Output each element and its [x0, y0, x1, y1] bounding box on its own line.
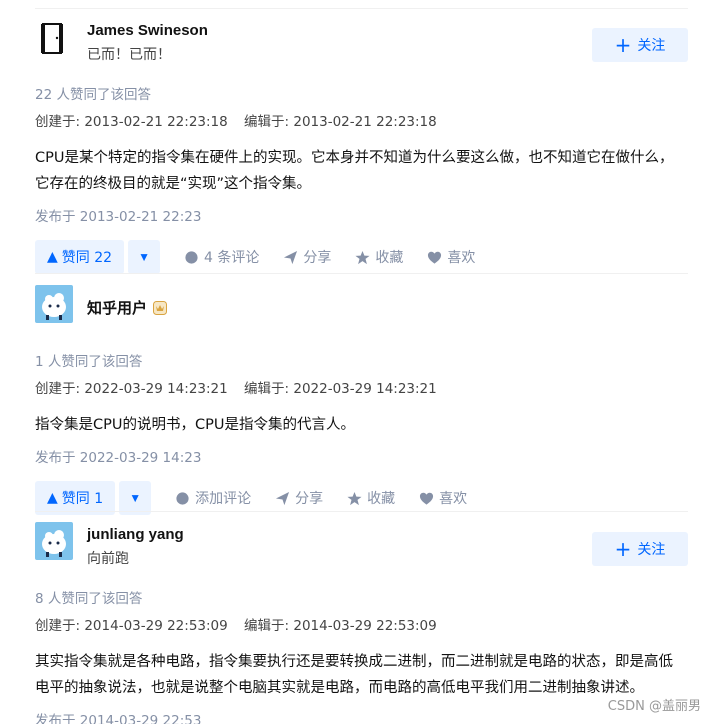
answer-3: junliang yang 向前跑 + 关注 8 人赞同了该回答 创建于: 20…	[35, 522, 688, 724]
comment-button[interactable]: 4 条评论	[184, 247, 259, 267]
avatar[interactable]	[35, 522, 73, 560]
divider	[35, 511, 688, 512]
action-bar: ▲ 赞同 22 ▼ 4 条评论 分享 收藏 喜欢	[35, 240, 688, 274]
collect-button[interactable]: 收藏	[355, 247, 403, 267]
action-bar: ▲ 赞同 1 ▼ 添加评论 分享 收藏 喜欢	[35, 481, 688, 515]
author-headline: 向前跑	[87, 551, 129, 567]
share-button[interactable]: 分享	[283, 247, 331, 267]
share-icon	[276, 491, 290, 505]
follow-label: 关注	[637, 542, 666, 558]
badge-icon	[153, 301, 168, 315]
upvote-label: 赞同 1	[61, 491, 104, 507]
vote-count-text: 22 人赞同了该回答	[35, 87, 151, 103]
author-name[interactable]: junliang yang	[87, 526, 184, 543]
author-headline: 已而！已而！	[87, 47, 171, 63]
like-label: 喜欢	[447, 250, 476, 266]
share-button[interactable]: 分享	[275, 488, 323, 508]
comment-icon	[185, 250, 198, 264]
author-info: 知乎用户	[35, 285, 688, 335]
share-icon	[284, 250, 298, 264]
top-divider	[35, 8, 688, 9]
collect-button[interactable]: 收藏	[347, 488, 395, 508]
follow-button[interactable]: + 关注	[592, 532, 688, 566]
like-label: 喜欢	[439, 491, 468, 507]
follow-label: 关注	[637, 38, 666, 54]
timestamps: 创建于: 2022-03-29 14:23:21 编辑于: 2022-03-29…	[35, 377, 688, 397]
created-time: 创建于: 2014-03-29 22:53:09	[35, 618, 228, 634]
publish-time[interactable]: 发布于 2022-03-29 14:23	[35, 446, 688, 466]
author-name-text: 知乎用户	[87, 300, 148, 317]
share-label: 分享	[303, 250, 332, 266]
answer-content: 其实指令集就是各种电路，指令集要执行还是要转换成二进制，而二进制就是电路的状态，…	[35, 654, 673, 696]
edited-time: 编辑于: 2022-03-29 14:23:21	[244, 381, 437, 397]
author-info: James Swineson 已而！已而！ + 关注	[35, 18, 688, 68]
answer-content: 指令集是CPU的说明书，CPU是指令集的代言人。	[35, 417, 355, 433]
triangle-up-icon: ▲	[47, 490, 58, 506]
follow-button[interactable]: + 关注	[592, 28, 688, 62]
plus-icon: +	[614, 33, 632, 57]
collect-label: 收藏	[367, 491, 396, 507]
like-button[interactable]: 喜欢	[427, 247, 475, 267]
timestamps: 创建于: 2013-02-21 22:23:18 编辑于: 2013-02-21…	[35, 110, 688, 130]
publish-time[interactable]: 发布于 2014-03-29 22:53	[35, 709, 688, 724]
author-info: junliang yang 向前跑 + 关注	[35, 522, 688, 572]
answer-1: James Swineson 已而！已而！ + 关注 22 人赞同了该回答 创建…	[35, 18, 688, 274]
comment-button[interactable]: 添加评论	[175, 488, 251, 508]
created-time: 创建于: 2022-03-29 14:23:21	[35, 381, 228, 397]
star-icon	[355, 250, 370, 264]
edited-time: 编辑于: 2013-02-21 22:23:18	[244, 114, 437, 130]
plus-icon: +	[614, 537, 632, 561]
divider	[35, 273, 688, 274]
comment-icon	[176, 491, 189, 505]
timestamps: 创建于: 2014-03-29 22:53:09 编辑于: 2014-03-29…	[35, 614, 688, 634]
like-button[interactable]: 喜欢	[419, 488, 467, 508]
upvote-label: 赞同 22	[61, 250, 113, 266]
avatar[interactable]	[35, 285, 73, 323]
comment-label: 添加评论	[195, 491, 252, 507]
triangle-down-icon: ▼	[138, 250, 150, 264]
heart-icon	[428, 251, 442, 264]
author-name[interactable]: James Swineson	[87, 22, 208, 39]
answer-2: 知乎用户 1 人赞同了该回答 创建于: 2022-03-29 14:23:21 …	[35, 285, 688, 515]
downvote-button[interactable]: ▼	[119, 481, 152, 515]
downvote-button[interactable]: ▼	[128, 240, 161, 274]
author-name[interactable]: 知乎用户	[87, 297, 168, 318]
triangle-up-icon: ▲	[47, 249, 58, 265]
edited-time: 编辑于: 2014-03-29 22:53:09	[244, 618, 437, 634]
upvote-button[interactable]: ▲ 赞同 1	[35, 481, 116, 515]
heart-icon	[420, 492, 434, 505]
upvote-button[interactable]: ▲ 赞同 22	[35, 240, 125, 274]
watermark: CSDN @盖丽男	[607, 699, 701, 714]
star-icon	[347, 491, 362, 505]
vote-count-text: 8 人赞同了该回答	[35, 591, 143, 607]
triangle-down-icon: ▼	[129, 491, 142, 505]
collect-label: 收藏	[375, 250, 404, 266]
publish-time[interactable]: 发布于 2013-02-21 22:23	[35, 205, 688, 225]
avatar[interactable]	[35, 18, 73, 56]
comment-label: 4 条评论	[204, 250, 260, 266]
created-time: 创建于: 2013-02-21 22:23:18	[35, 114, 228, 130]
share-label: 分享	[295, 491, 324, 507]
vote-count-text: 1 人赞同了该回答	[35, 354, 143, 370]
answer-content: CPU是某个特定的指令集在硬件上的实现。它本身并不知道为什么要这么做，也不知道它…	[35, 150, 674, 192]
